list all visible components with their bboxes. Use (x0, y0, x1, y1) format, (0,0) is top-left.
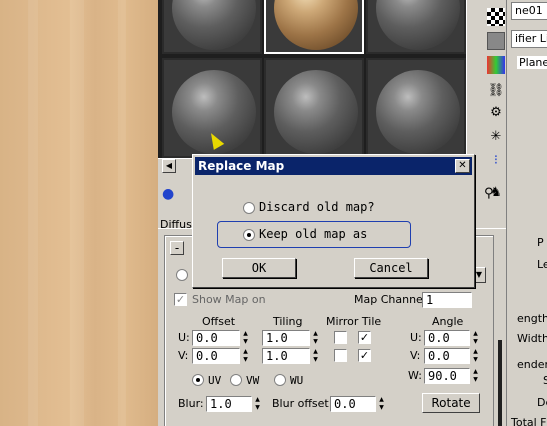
blur-spinner[interactable]: ▲ ▼ (253, 396, 262, 412)
mirror-v-checkbox[interactable] (334, 349, 347, 362)
angle-w-field[interactable]: 90.0 (424, 368, 470, 384)
tile-v-checkbox[interactable]: ✓ (358, 349, 371, 362)
angle-v-label: V: (410, 349, 421, 362)
param-label: ender (517, 358, 547, 371)
blur-offset-spinner[interactable]: ▲ ▼ (377, 396, 386, 412)
command-panel: ne01 ifier Li Plane P Le ength Width end… (506, 0, 547, 426)
angle-v-spinner[interactable]: ▲ ▼ (471, 348, 480, 364)
sample-sphere (172, 0, 256, 50)
show-map-checkbox[interactable]: ✓ (174, 293, 187, 306)
sample-uv-tiling-icon[interactable] (487, 56, 505, 74)
tile-u-checkbox[interactable]: ✓ (358, 331, 371, 344)
sample-sphere (376, 0, 460, 50)
discard-old-map-radio[interactable] (243, 202, 255, 214)
sphere-type-icon[interactable]: ● (162, 186, 174, 202)
scroll-left-icon[interactable]: ◀ (162, 159, 176, 173)
param-label: S (543, 374, 547, 387)
modifier-list-dropdown[interactable]: ifier Li (511, 30, 547, 48)
object-name-field[interactable]: ne01 (511, 2, 547, 20)
options-icon[interactable]: ✳ (487, 128, 505, 146)
param-label: De (537, 396, 547, 409)
blur-label: Blur: (178, 397, 204, 410)
material-slot[interactable] (366, 0, 466, 54)
discard-old-map-label[interactable]: Discard old map? (259, 200, 375, 214)
rollout-header[interactable]: P (537, 236, 544, 249)
replace-map-dialog: Replace Map ✕ Discard old map? Keep old … (192, 154, 475, 288)
modifier-stack-item[interactable]: Plane (517, 56, 547, 69)
param-label: ength (517, 312, 547, 325)
keep-old-map-label[interactable]: Keep old map as (259, 227, 367, 241)
uv-label: UV (208, 374, 222, 387)
u-label: U: (178, 331, 190, 344)
mirror-tile-header: Mirror Tile (326, 315, 382, 328)
map-channel-field[interactable]: 1 (422, 292, 472, 308)
blur-offset-field[interactable]: 0.0 (330, 396, 376, 412)
material-slot-active[interactable] (264, 0, 364, 54)
backlight-icon[interactable] (487, 32, 505, 50)
offset-header: Offset (202, 315, 236, 328)
v-label: V: (178, 349, 189, 362)
sample-sphere (274, 70, 358, 154)
angle-u-spinner[interactable]: ▲ ▼ (471, 330, 480, 346)
tiling-v-spinner[interactable]: ▲ ▼ (311, 348, 320, 364)
sample-sphere-wood (274, 0, 358, 50)
material-slot[interactable] (264, 58, 364, 158)
pick-material-icon[interactable]: ⚲ (484, 186, 494, 201)
tiling-u-spinner[interactable]: ▲ ▼ (311, 330, 320, 346)
select-by-material-icon[interactable]: ⁝ (487, 152, 505, 170)
make-preview-icon[interactable]: ⚙ (487, 104, 505, 122)
blur-offset-label: Blur offset: (272, 397, 333, 410)
offset-v-spinner[interactable]: ▲ ▼ (241, 348, 250, 364)
ok-button[interactable]: OK (222, 258, 296, 278)
mirror-u-checkbox[interactable] (334, 331, 347, 344)
dialog-titlebar[interactable]: Replace Map ✕ (195, 157, 472, 175)
wu-radio[interactable] (274, 374, 286, 386)
vw-radio[interactable] (230, 374, 242, 386)
wu-label: WU (290, 374, 304, 387)
checker-background-icon[interactable] (487, 8, 505, 26)
param-label: Le (537, 258, 547, 271)
angle-u-field[interactable]: 0.0 (424, 330, 470, 346)
material-slot[interactable] (366, 58, 466, 158)
tiling-header: Tiling (273, 315, 303, 328)
offset-u-spinner[interactable]: ▲ ▼ (241, 330, 250, 346)
param-label: Width (517, 332, 547, 345)
angle-u-label: U: (410, 331, 422, 344)
angle-v-field[interactable]: 0.0 (424, 348, 470, 364)
panel-divider (498, 340, 502, 426)
close-icon[interactable]: ✕ (455, 159, 470, 173)
viewport-wood-texture[interactable] (0, 0, 158, 426)
material-sample-grid (158, 0, 466, 158)
material-slot[interactable] (162, 0, 262, 54)
tiling-u-field[interactable]: 1.0 (262, 330, 310, 346)
sample-sphere (376, 70, 460, 154)
blur-field[interactable]: 1.0 (206, 396, 252, 412)
video-color-check-icon[interactable]: ⛓ (487, 82, 505, 100)
vw-label: VW (246, 374, 260, 387)
map-channel-label: Map Channel: (354, 293, 430, 306)
rollout-collapse-button[interactable]: - (170, 241, 184, 255)
cancel-button[interactable]: Cancel (354, 258, 428, 278)
tiling-v-field[interactable]: 1.0 (262, 348, 310, 364)
w-label: W: (408, 369, 422, 382)
param-label: Total F (511, 416, 547, 426)
texture-radio[interactable] (176, 269, 188, 281)
angle-w-spinner[interactable]: ▲ ▼ (471, 368, 480, 384)
rotate-button[interactable]: Rotate (422, 393, 480, 413)
show-map-label: Show Map on (192, 293, 266, 306)
dialog-title: Replace Map (198, 159, 285, 173)
offset-v-field[interactable]: 0.0 (192, 348, 240, 364)
uv-radio[interactable] (192, 374, 204, 386)
angle-header: Angle (432, 315, 464, 328)
offset-u-field[interactable]: 0.0 (192, 330, 240, 346)
keep-old-map-radio[interactable] (243, 229, 255, 241)
